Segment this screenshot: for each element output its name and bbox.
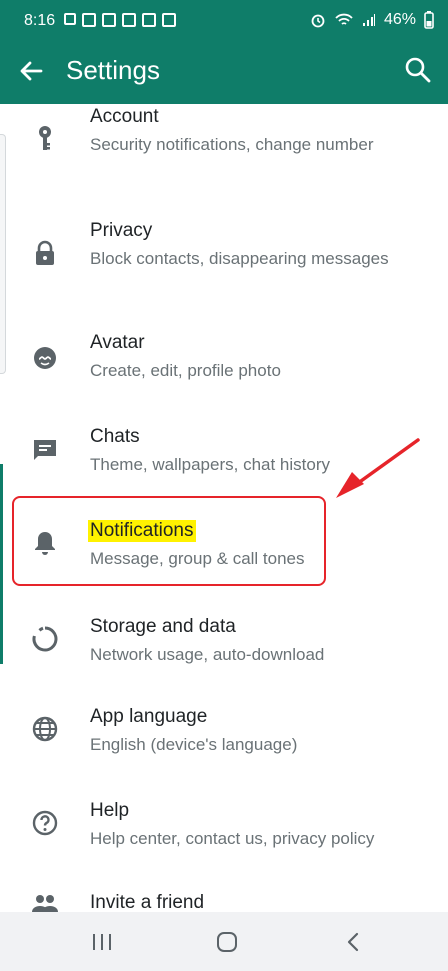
item-title: Help bbox=[90, 800, 130, 821]
item-title: Storage and data bbox=[90, 616, 236, 637]
item-subtitle: English (device's language) bbox=[90, 735, 298, 754]
help-icon bbox=[30, 808, 60, 838]
settings-item-avatar[interactable]: Avatar Create, edit, profile photo bbox=[0, 326, 448, 396]
notification-icon bbox=[82, 13, 96, 27]
item-subtitle: Create, edit, profile photo bbox=[90, 361, 281, 380]
settings-item-account[interactable]: Account Security notifications, change n… bbox=[0, 104, 448, 184]
signal-icon bbox=[362, 14, 375, 26]
notification-icon bbox=[142, 13, 156, 27]
app-bar: Settings bbox=[0, 40, 448, 104]
back-icon[interactable] bbox=[340, 928, 368, 956]
search-icon[interactable] bbox=[402, 54, 434, 86]
page-title: Settings bbox=[66, 55, 160, 85]
home-icon[interactable] bbox=[213, 928, 241, 956]
status-time: 8:16 bbox=[24, 12, 56, 29]
callout-arrow-icon bbox=[336, 438, 420, 498]
item-subtitle: Block contacts, disappearing messages bbox=[90, 249, 389, 268]
recent-apps-icon[interactable] bbox=[88, 928, 116, 956]
settings-item-invite[interactable]: Invite a friend bbox=[0, 890, 448, 912]
storage-icon bbox=[30, 624, 60, 654]
lock-icon bbox=[30, 238, 60, 268]
notification-icon bbox=[64, 13, 76, 25]
item-title: Avatar bbox=[90, 332, 145, 353]
status-bar: 8:16 46% bbox=[0, 0, 448, 40]
item-title: Chats bbox=[90, 426, 140, 447]
wifi-icon bbox=[335, 13, 353, 25]
notification-icons bbox=[64, 13, 176, 27]
settings-item-storage[interactable]: Storage and data Network usage, auto-dow… bbox=[0, 610, 448, 680]
item-title: Account bbox=[90, 106, 159, 127]
item-title: Invite a friend bbox=[90, 892, 205, 912]
back-arrow-icon[interactable] bbox=[14, 54, 48, 88]
notification-icon bbox=[122, 13, 136, 27]
avatar-icon bbox=[30, 342, 60, 372]
item-subtitle: Help center, contact us, privacy policy bbox=[90, 829, 375, 848]
item-title: App language bbox=[90, 706, 208, 727]
nav-bar bbox=[0, 912, 448, 971]
chat-icon bbox=[30, 434, 60, 464]
key-icon bbox=[30, 124, 60, 154]
battery-level: 46% bbox=[383, 11, 416, 28]
item-title: Privacy bbox=[90, 220, 153, 241]
notification-icon bbox=[102, 13, 116, 27]
callout-box bbox=[12, 496, 326, 586]
settings-item-privacy[interactable]: Privacy Block contacts, disappearing mes… bbox=[0, 214, 448, 294]
item-subtitle: Network usage, auto-download bbox=[90, 645, 325, 664]
item-subtitle: Security notifications, change number bbox=[90, 135, 374, 154]
battery-icon bbox=[424, 11, 434, 29]
people-icon bbox=[30, 890, 60, 912]
status-right: 46% bbox=[310, 11, 434, 29]
settings-item-help[interactable]: Help Help center, contact us, privacy po… bbox=[0, 798, 448, 868]
notification-icon bbox=[162, 13, 176, 27]
globe-icon bbox=[30, 714, 60, 744]
settings-item-language[interactable]: App language English (device's language) bbox=[0, 704, 448, 774]
alarm-icon bbox=[311, 14, 325, 28]
